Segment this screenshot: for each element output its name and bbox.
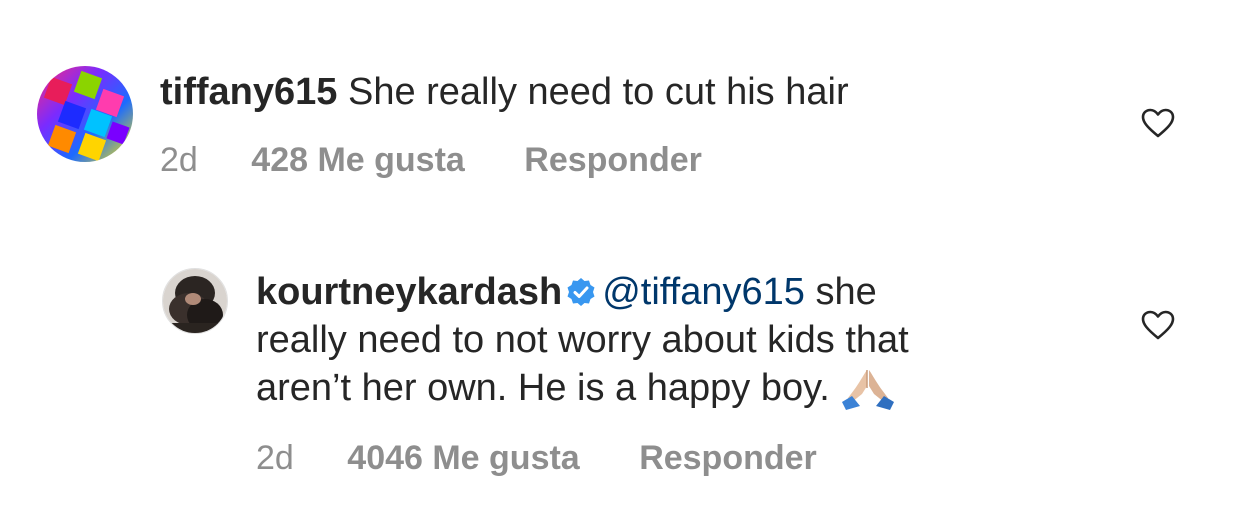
- comment-meta: 2d 428 Me gusta Responder: [160, 140, 702, 180]
- avatar-image: [163, 269, 227, 333]
- reply-button[interactable]: Responder: [524, 140, 702, 180]
- reply-time[interactable]: 2d: [256, 438, 294, 478]
- reply-meta: 2d 4046 Me gusta Responder: [256, 438, 817, 478]
- avatar[interactable]: [162, 268, 228, 334]
- avatar[interactable]: [37, 66, 133, 162]
- verified-badge-icon: [567, 278, 595, 306]
- reply-text: she: [815, 271, 877, 313]
- comment-time[interactable]: 2d: [160, 140, 198, 180]
- folded-hands-emoji-icon: [841, 370, 894, 410]
- reply-text-line-2: really need to not worry about kids that: [256, 319, 909, 361]
- reply-likes[interactable]: 4046 Me gusta: [347, 438, 579, 478]
- comment-likes[interactable]: 428 Me gusta: [251, 140, 465, 180]
- reply-text-line-1: kourtneykardash @tiffany615 she: [256, 268, 877, 316]
- avatar-image: [37, 66, 133, 162]
- like-heart-icon[interactable]: [1141, 108, 1175, 138]
- reply-text-line-3: aren’t her own. He is a happy boy.: [256, 364, 896, 412]
- reply-username[interactable]: kourtneykardash: [256, 271, 562, 313]
- reply-button[interactable]: Responder: [639, 438, 817, 478]
- mention-link[interactable]: @tiffany615: [602, 271, 805, 313]
- reply-text: aren’t her own. He is a happy boy.: [256, 367, 830, 409]
- comment-text-line: tiffany615 She really need to cut his ha…: [160, 68, 849, 116]
- like-heart-icon[interactable]: [1141, 310, 1175, 340]
- comment-text: She really need to cut his hair: [347, 71, 849, 113]
- comment-username[interactable]: tiffany615: [160, 71, 337, 113]
